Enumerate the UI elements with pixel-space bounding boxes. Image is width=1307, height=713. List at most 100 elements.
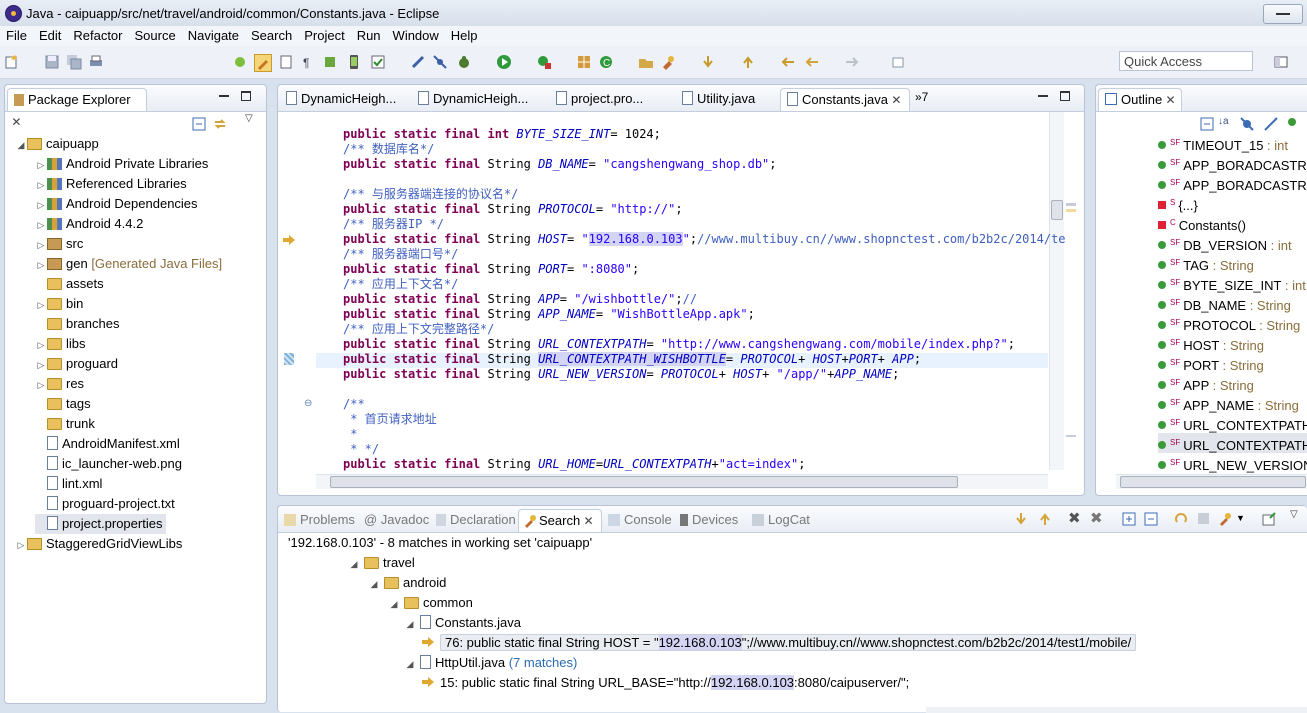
scroll-thumb[interactable] [1120,476,1306,488]
tree-item[interactable]: lint.xml [35,474,102,494]
search-tree-item[interactable]: ◢ travel [348,553,415,573]
menu-search[interactable]: Search [245,26,298,43]
skip-breakpoints-icon[interactable] [432,54,448,70]
tree-item[interactable]: ▷ bin [35,294,84,315]
outline-item[interactable]: SF DB_VERSION : int [1158,233,1292,253]
tree-item[interactable]: ic_launcher-web.png [35,454,182,474]
outline-item[interactable]: SF URL_CONTEXTPATH_ [1158,433,1307,453]
tab-devices[interactable]: Devices [680,509,746,531]
menu-navigate[interactable]: Navigate [182,26,245,43]
tree-item[interactable]: ▷ Referenced Libraries [35,174,187,194]
tree-item[interactable]: project.properties [35,514,167,534]
tree-item[interactable]: ▷ gen [Generated Java Files] [35,254,223,274]
tree-item[interactable]: ▷ res [35,374,85,394]
show-next-match-icon[interactable] [1014,512,1028,526]
tab-package-explorer[interactable]: Package Explorer ✕ [7,88,147,129]
expand-all-icon[interactable] [1122,512,1136,526]
close-icon[interactable]: ✕ [1162,93,1176,107]
tab-dynamicheigh-2[interactable]: DynamicHeigh... [418,88,538,110]
tab-search[interactable]: Search ✕ [518,509,602,532]
menu-edit[interactable]: Edit [33,26,67,43]
expanded-arrow-icon[interactable]: ◢ [404,654,416,674]
outline-item[interactable]: SF TIMEOUT_15 : int [1158,133,1288,153]
tab-javadoc[interactable]: @ Javadoc [364,509,430,531]
collapsed-arrow-icon[interactable]: ▷ [35,295,47,315]
tree-item[interactable]: ▷ proguard [35,354,119,374]
expanded-arrow-icon[interactable]: ◢ [368,574,380,594]
tab-project-properties[interactable]: project.pro... [556,88,666,110]
search-tree-item[interactable]: ◢ HttpUtil.java (7 matches) [404,653,577,673]
debug-icon[interactable] [456,54,472,70]
editor-vertical-scrollbar[interactable] [1049,112,1064,470]
scroll-thumb[interactable] [1051,200,1063,220]
minimize-view-icon[interactable] [219,91,229,101]
print-icon[interactable] [88,54,104,70]
tree-item[interactable]: ▷ src [35,234,84,255]
close-icon[interactable]: ✕ [8,115,21,129]
show-previous-match-icon[interactable] [1038,512,1052,526]
collapsed-arrow-icon[interactable]: ▷ [35,175,47,195]
tree-item[interactable]: ▷ Android Dependencies [35,194,198,214]
view-menu-icon[interactable]: ▽ [245,113,253,124]
toggle-mark-occurrences-icon[interactable] [254,54,272,72]
tree-item[interactable]: ▷ Android Private Libraries [35,154,209,174]
tree-item[interactable]: ▷ libs [35,334,86,354]
tree-item[interactable]: ▷ Android 4.4.2 [35,214,144,235]
history-dropdown-icon[interactable]: ▼ [1236,513,1245,523]
save-all-icon[interactable] [66,54,82,70]
back-icon[interactable] [804,54,820,70]
tree-item[interactable]: ▷ StaggeredGridViewLibs [15,534,183,554]
tab-dynamicheigh-1[interactable]: DynamicHeigh... [284,88,404,110]
tree-item[interactable]: proguard-project.txt [35,494,175,514]
code-line[interactable]: * */ [343,442,379,457]
menu-file[interactable]: File [0,26,33,43]
close-icon[interactable]: ✕ [580,514,594,528]
outline-item[interactable]: SFAPP_BORADCASTREC [1158,173,1307,193]
code-line[interactable]: /** [343,397,365,412]
expanded-arrow-icon[interactable]: ◢ [404,614,416,634]
previous-annotation-icon[interactable] [740,54,756,70]
code-line[interactable]: public static final String URL_CONTEXTPA… [343,352,921,367]
code-line[interactable]: public static final String APP_NAME= "Wi… [343,307,755,322]
tab-constants-java[interactable]: Constants.java ✕ [780,88,910,111]
code-line[interactable]: public static final String DB_NAME= "can… [343,157,777,172]
code-line[interactable]: /** 服务器IP */ [343,217,444,232]
outline-item[interactable]: SF PORT : String [1158,353,1264,373]
pin-search-view-icon[interactable] [1262,512,1276,526]
tree-item[interactable]: branches [35,314,119,334]
expanded-arrow-icon[interactable]: ◢ [388,594,400,614]
outline-item[interactable]: SF DB_NAME : String [1158,293,1291,313]
sort-icon[interactable]: ↓a [1218,116,1229,127]
link-with-editor-icon[interactable] [213,117,227,131]
tab-problems[interactable]: Problems [284,509,360,531]
minimize-button[interactable] [1263,4,1303,24]
android-device-icon[interactable] [346,54,362,70]
tree-item[interactable]: ◢ caipuapp [15,134,99,154]
collapsed-arrow-icon[interactable]: ▷ [35,235,47,255]
hide-non-public-icon[interactable] [1288,118,1296,126]
run-icon[interactable] [496,54,512,70]
outline-item[interactable]: S {...} [1158,193,1198,213]
menu-window[interactable]: Window [387,26,445,43]
collapse-all-icon[interactable] [1200,117,1214,131]
tree-item[interactable]: AndroidManifest.xml [35,434,180,454]
last-edit-location-icon[interactable] [780,54,796,70]
editor-horizontal-scrollbar[interactable] [316,474,1048,489]
forward-icon[interactable] [844,54,860,70]
collapsed-arrow-icon[interactable]: ▷ [35,335,47,355]
fold-toggle-icon[interactable]: ⊖ [304,398,312,409]
collapse-all-icon[interactable] [192,117,206,131]
tree-item[interactable]: trunk [35,414,95,434]
open-perspective-icon[interactable] [1273,54,1289,70]
remove-all-matches-icon[interactable]: ✖ [1090,509,1103,527]
save-icon[interactable] [44,54,60,70]
code-line[interactable]: public static final String PROTOCOL= "ht… [343,202,683,217]
collapsed-arrow-icon[interactable]: ▷ [35,215,47,235]
lint-icon[interactable] [410,54,426,70]
search-tree-item[interactable]: ◢ common [388,593,473,613]
view-menu-icon[interactable]: ▽ [1290,509,1298,520]
outline-item[interactable]: C Constants() [1158,213,1246,233]
tab-console[interactable]: Console [608,509,678,531]
tab-utility-java[interactable]: Utility.java [682,88,782,110]
scroll-thumb[interactable] [330,476,958,488]
